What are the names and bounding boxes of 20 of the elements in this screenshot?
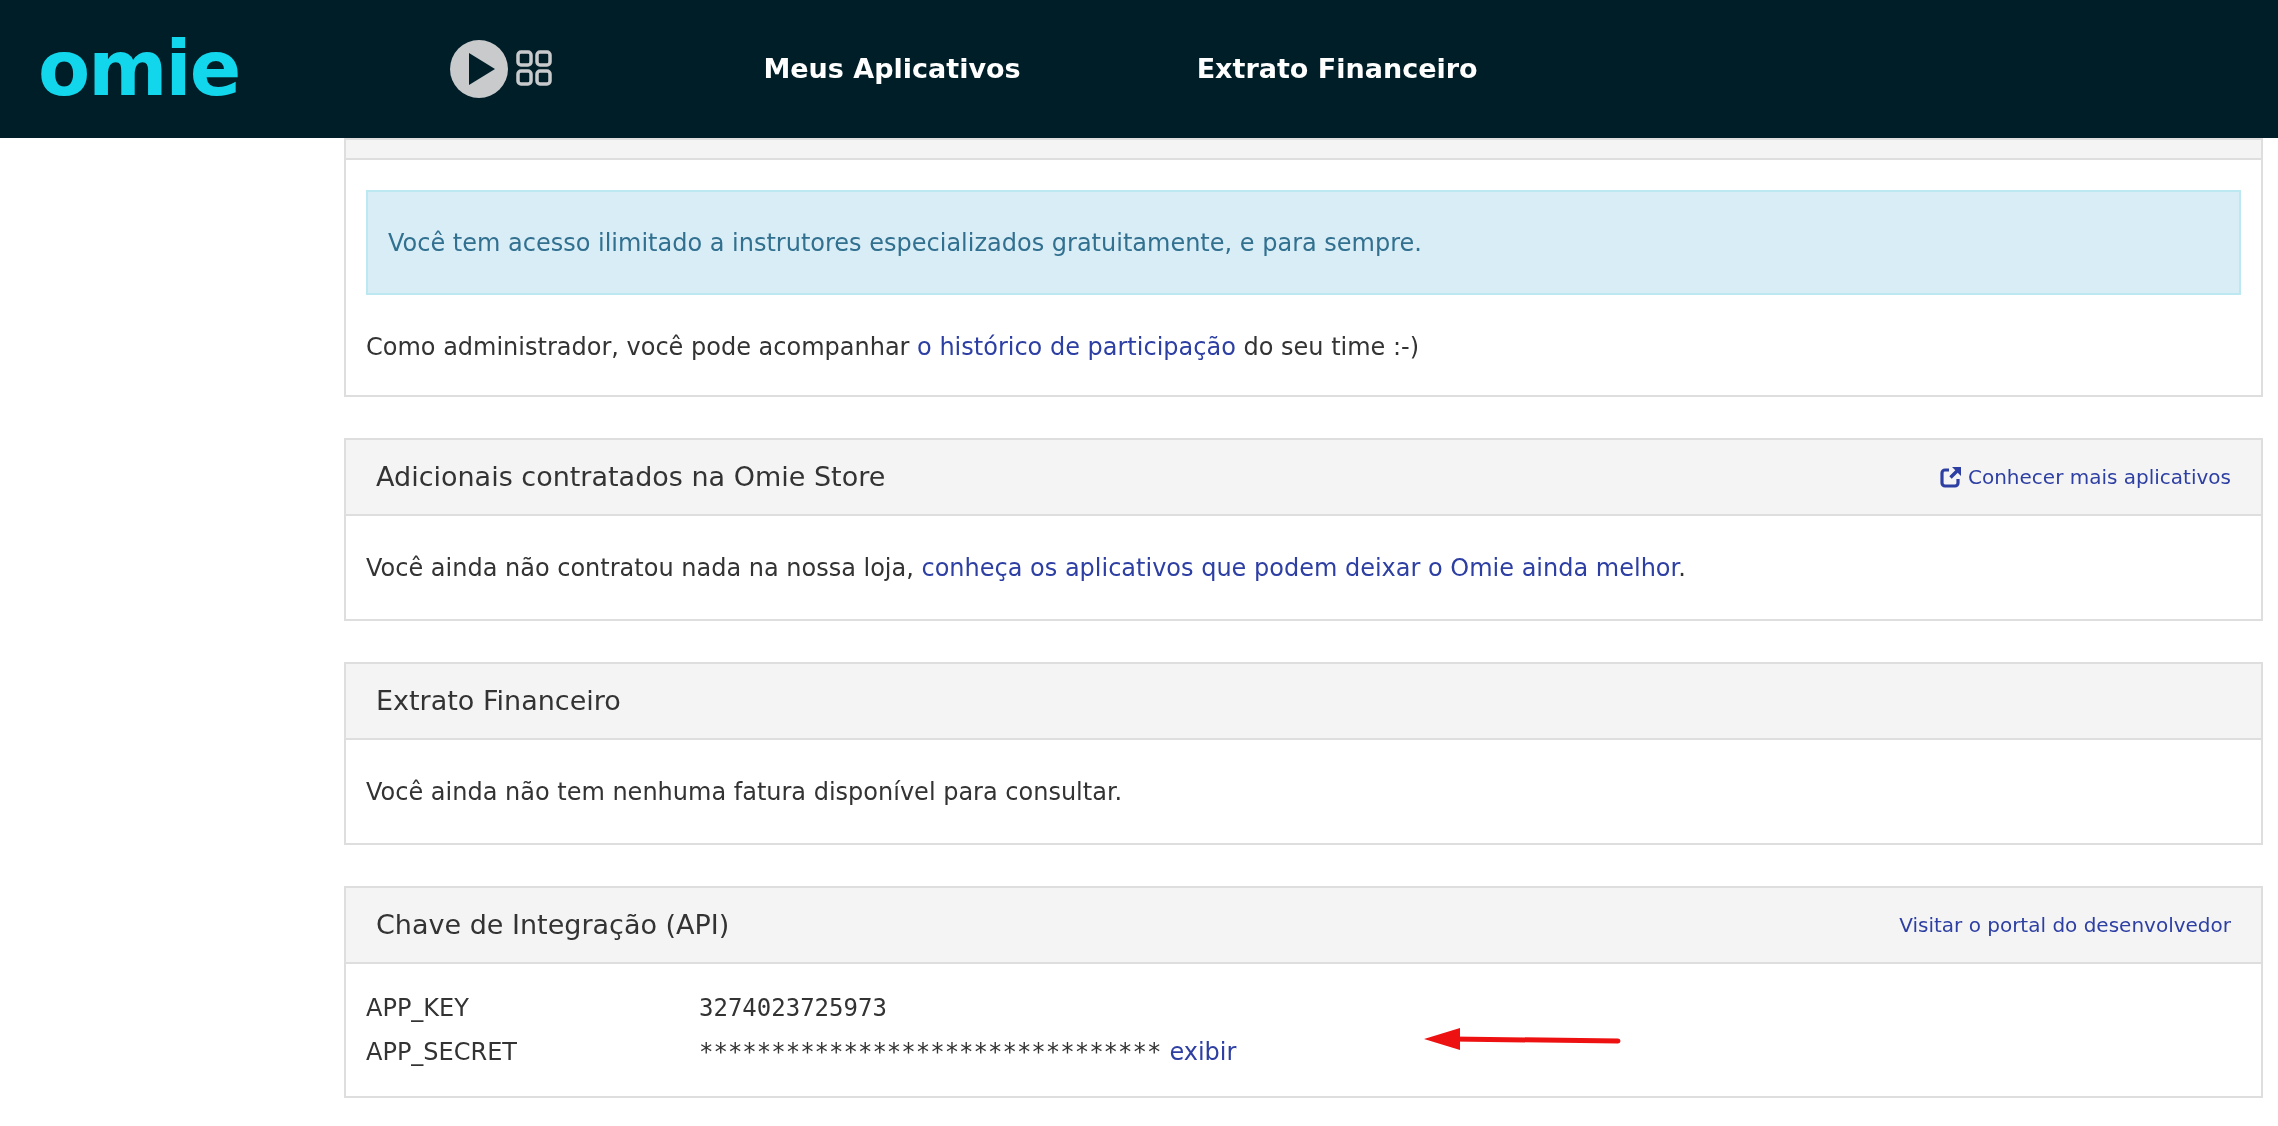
key-label: APP_KEY <box>366 993 470 1024</box>
info-text: Você ainda não contratou nada na nossa loja, conheça os aplicativos que podem deixar o Omie ainda melhor. <box>366 552 1686 584</box>
key-value: 3274023725973 <box>699 993 887 1024</box>
info-alert: Você tem acesso ilimitado a instrutores especializados gratuitamente, e para sempre. <box>366 190 2241 295</box>
external-link-icon <box>1939 466 1962 488</box>
card-title: Adicionais contratados na Omie Store <box>376 459 886 494</box>
link[interactable]: o histórico de participação <box>917 333 1236 361</box>
key-label: APP_SECRET <box>366 1037 519 1068</box>
link[interactable]: conheça os aplicativos que podem deixar o Omie ainda melhor <box>921 553 1679 582</box>
card-title: Extrato Financeiro <box>376 683 621 718</box>
header-link[interactable]: Visitar o portal do desenvolvedor <box>1899 910 2231 940</box>
nav-link[interactable]: Meus Aplicativos <box>763 48 1021 90</box>
card-title: Chave de Integração (API) <box>376 907 730 942</box>
key-value: ******************************** <box>699 1037 1162 1068</box>
omie-logo[interactable]: omie <box>38 31 240 107</box>
header-link[interactable]: Conhecer mais aplicativos <box>1939 462 2231 492</box>
info-text: Como administrador, você pode acompanhar o histórico de participação do seu time :-) <box>366 332 1421 363</box>
show-link[interactable]: exibir <box>1169 1034 1237 1070</box>
info-text: Você ainda não tem nenhuma fatura disponível para consultar. <box>366 776 1123 808</box>
nav-link[interactable]: Extrato Financeiro <box>1196 48 1478 90</box>
